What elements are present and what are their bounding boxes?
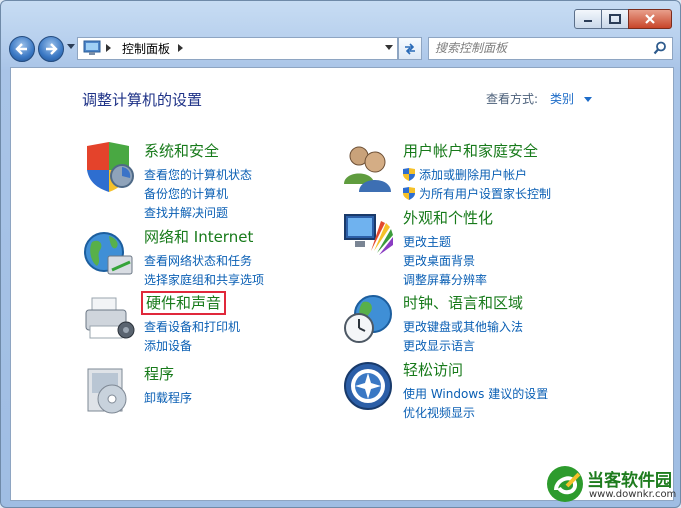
page-heading: 调整计算机的设置 [82, 91, 203, 109]
view-by-dropdown[interactable]: 类别 [550, 90, 592, 107]
category-clock-language-region: 时钟、语言和区域 更改键盘或其他输入法 更改显示语言 [341, 292, 641, 355]
category-title[interactable]: 硬件和声音 [140, 291, 227, 315]
category-title[interactable]: 轻松访问 [403, 359, 463, 380]
category-links: 查看您的计算机状态 备份您的计算机 查找并解决问题 [144, 165, 252, 222]
site-watermark: 当客软件园 www.downkr.com [545, 462, 680, 506]
programs-icon[interactable] [82, 363, 136, 417]
breadcrumb-separator-icon [106, 44, 111, 52]
category-title[interactable]: 外观和个性化 [403, 207, 493, 228]
control-panel-window: 控制面板 调整计算机的设置 查看方式: 类别 [0, 0, 681, 508]
view-by-value[interactable]: 类别 [550, 92, 574, 106]
category-link-label[interactable]: 添加或删除用户帐户 [419, 166, 527, 183]
minimize-button[interactable] [574, 9, 602, 29]
forward-arrow-icon [46, 43, 58, 55]
control-panel-icon [83, 40, 101, 55]
category-link[interactable]: 查看网络状态和任务 [144, 251, 264, 270]
category-link[interactable]: 卸载程序 [144, 388, 192, 407]
category-title[interactable]: 系统和安全 [144, 140, 219, 161]
category-link[interactable]: 优化视频显示 [403, 403, 548, 422]
category-link[interactable]: 查找并解决问题 [144, 203, 252, 222]
maximize-icon [609, 14, 621, 24]
category-ease-of-access: 轻松访问 使用 Windows 建议的设置 优化视频显示 [341, 359, 641, 422]
category-links: 添加或删除用户帐户 为所有用户设置家长控制 [403, 165, 551, 203]
category-link[interactable]: 为所有用户设置家长控制 [403, 184, 551, 203]
appearance-monitor-icon[interactable] [341, 207, 395, 261]
category-link[interactable]: 选择家庭组和共享选项 [144, 270, 264, 289]
close-button[interactable] [628, 9, 672, 29]
watermark-logo-icon [547, 466, 583, 502]
highlight-box: 硬件和声音 [140, 291, 227, 315]
category-link-label[interactable]: 为所有用户设置家长控制 [419, 185, 551, 202]
main-content: 调整计算机的设置 查看方式: 类别 系统和安全 查看您的计算机状态 备份您的计算… [10, 67, 674, 501]
clock-globe-icon[interactable] [341, 292, 395, 346]
category-links: 查看设备和打印机 添加设备 [144, 317, 240, 355]
refresh-button[interactable] [398, 37, 422, 60]
category-user-accounts: 用户帐户和家庭安全 添加或删除用户帐户 为所有用户设置家长控制 [341, 140, 641, 203]
minimize-icon [584, 20, 592, 22]
category-hardware-sound: 硬件和声音 查看设备和打印机 添加设备 [82, 291, 342, 355]
search-input[interactable] [435, 39, 645, 56]
category-link[interactable]: 使用 Windows 建议的设置 [403, 384, 548, 403]
category-link[interactable]: 添加设备 [144, 336, 240, 355]
category-link[interactable]: 更改键盘或其他输入法 [403, 317, 523, 336]
close-icon [645, 14, 655, 24]
breadcrumb-arrow-icon[interactable] [178, 44, 183, 52]
category-links: 更改主题 更改桌面背景 调整屏幕分辨率 [403, 232, 487, 289]
category-link[interactable]: 查看设备和打印机 [144, 317, 240, 336]
category-title[interactable]: 程序 [144, 363, 174, 384]
category-title[interactable]: 用户帐户和家庭安全 [403, 140, 538, 161]
category-link[interactable]: 备份您的计算机 [144, 184, 252, 203]
back-arrow-icon [15, 43, 27, 55]
ease-of-access-icon[interactable] [341, 359, 395, 413]
view-by-label: 查看方式: [486, 92, 539, 106]
category-links: 更改键盘或其他输入法 更改显示语言 [403, 317, 523, 355]
maximize-button[interactable] [601, 9, 629, 29]
category-title[interactable]: 时钟、语言和区域 [403, 292, 523, 313]
navigation-bar: 控制面板 [9, 35, 673, 62]
address-dropdown-icon[interactable] [385, 45, 393, 51]
view-by-chevron-icon [583, 97, 592, 102]
category-links: 卸载程序 [144, 388, 192, 407]
watermark-url: www.downkr.com [589, 489, 677, 500]
users-icon[interactable] [341, 140, 395, 194]
title-bar [1, 1, 680, 33]
category-link[interactable]: 调整屏幕分辨率 [403, 270, 487, 289]
printer-icon[interactable] [82, 292, 136, 346]
search-icon[interactable] [653, 41, 667, 55]
back-button[interactable] [9, 36, 35, 62]
window-controls [574, 9, 672, 29]
uac-shield-icon [403, 187, 415, 200]
forward-button[interactable] [38, 36, 64, 62]
watermark-name: 当客软件园 [587, 471, 672, 491]
address-bar[interactable]: 控制面板 [77, 37, 398, 60]
category-programs: 程序 卸载程序 [82, 363, 342, 418]
category-system-security: 系统和安全 查看您的计算机状态 备份您的计算机 查找并解决问题 [82, 140, 342, 220]
category-network-internet: 网络和 Internet 查看网络状态和任务 选择家庭组和共享选项 [82, 226, 342, 289]
category-links: 查看网络状态和任务 选择家庭组和共享选项 [144, 251, 264, 289]
category-title[interactable]: 网络和 Internet [144, 226, 253, 247]
category-link[interactable]: 更改主题 [403, 232, 487, 251]
network-globe-icon[interactable] [82, 226, 136, 280]
category-links: 使用 Windows 建议的设置 优化视频显示 [403, 384, 548, 422]
refresh-icon [405, 42, 415, 55]
category-link[interactable]: 添加或删除用户帐户 [403, 165, 551, 184]
breadcrumb-control-panel[interactable]: 控制面板 [122, 40, 170, 57]
security-shield-icon[interactable] [82, 140, 136, 194]
recent-pages-dropdown-icon[interactable] [67, 44, 75, 50]
uac-shield-icon [403, 168, 415, 181]
category-appearance: 外观和个性化 更改主题 更改桌面背景 调整屏幕分辨率 [341, 207, 641, 287]
category-link[interactable]: 查看您的计算机状态 [144, 165, 252, 184]
category-link[interactable]: 更改显示语言 [403, 336, 523, 355]
search-box[interactable] [428, 37, 673, 60]
category-link[interactable]: 更改桌面背景 [403, 251, 487, 270]
